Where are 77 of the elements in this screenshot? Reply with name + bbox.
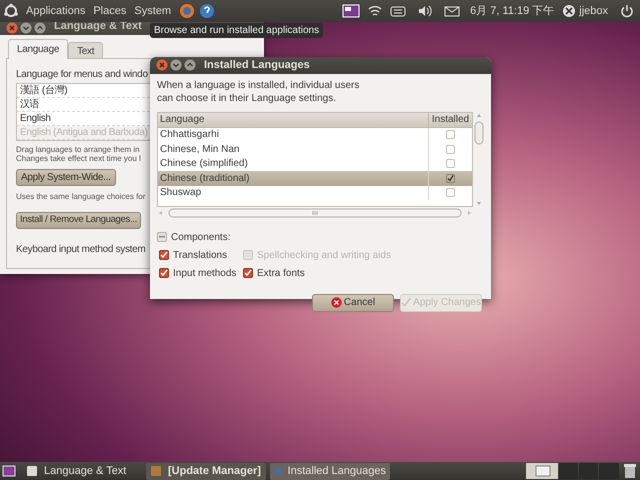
mail-icon[interactable]: [444, 5, 460, 17]
table-cell-text: Shuswap: [159, 186, 202, 200]
checkbox-label: Translations: [173, 248, 228, 262]
horizontal-scrollbar[interactable]: [157, 208, 473, 218]
apply-system-wide-button[interactable]: Apply System-Wide...: [16, 169, 116, 186]
table-cell-text: Chinese (simplified): [159, 157, 249, 171]
maximize-icon[interactable]: [184, 59, 196, 72]
hint-text: Uses the same language choices for: [16, 191, 146, 203]
maximize-icon[interactable]: [34, 22, 46, 34]
browser-icon[interactable]: [179, 3, 196, 19]
power-icon[interactable]: [620, 4, 634, 18]
components-checkbox[interactable]: [157, 232, 167, 242]
help-icon[interactable]: [199, 3, 216, 19]
panel-menu[interactable]: Applications: [22, 2, 90, 20]
check-icon: [160, 251, 168, 259]
panel-menu[interactable]: Places: [89, 2, 130, 20]
checkbox-label: Spellchecking and writing aids: [257, 248, 391, 262]
trash-icon[interactable]: [623, 463, 637, 479]
minimize-icon[interactable]: [170, 59, 182, 72]
keyboard-icon[interactable]: [390, 5, 406, 17]
user-status-icon[interactable]: [562, 4, 576, 18]
install-remove-languages-button[interactable]: Install / Remove Languages...: [16, 212, 141, 229]
ubuntu-logo-icon[interactable]: [3, 3, 19, 19]
table-cell-text: Chinese, Min Nan: [159, 142, 240, 156]
window-icon: [150, 465, 162, 477]
close-icon[interactable]: [6, 22, 18, 34]
checkbox[interactable]: [159, 268, 169, 278]
table-row[interactable]: Shuswap: [158, 186, 472, 200]
checkbox-label: Input methods: [173, 266, 236, 280]
taskbar-label: Language & Text: [44, 464, 126, 479]
check-icon: [244, 269, 252, 277]
section-label: Language for menus and windo: [16, 68, 149, 82]
tab[interactable]: Text: [68, 42, 104, 59]
hint-text: Drag languages to arrange them in Changes take effect next time you l: [16, 145, 141, 163]
check-icon: [160, 269, 168, 277]
taskbar-label: [Update Manager]: [168, 464, 261, 479]
window-icon: [26, 465, 38, 477]
vertical-scrollbar[interactable]: [474, 112, 484, 206]
volume-icon[interactable]: [418, 5, 432, 17]
checkbox-label: Extra fonts: [257, 266, 305, 280]
cancel-icon: [330, 297, 342, 308]
window-icon: [274, 465, 282, 477]
tooltip: Browse and run installed applications: [150, 23, 324, 38]
installed-checkbox[interactable]: [446, 188, 455, 198]
column-header[interactable]: Installed: [428, 112, 472, 126]
cancel-button[interactable]: Cancel: [312, 294, 394, 312]
dash-icon: [159, 236, 165, 238]
table-row[interactable]: Chinese, Min Nan: [158, 142, 472, 156]
installed-checkbox[interactable]: [446, 159, 455, 168]
installed-checkbox[interactable]: [446, 144, 455, 154]
close-icon[interactable]: [156, 59, 168, 72]
table-cell-text: Chinese (traditional): [159, 172, 250, 186]
taskbar-item[interactable]: Installed Languages: [270, 462, 390, 480]
checkbox[interactable]: [159, 250, 169, 260]
taskbar-item[interactable]: Language & Text: [22, 462, 142, 480]
wifi-icon[interactable]: [368, 5, 382, 17]
minimize-icon[interactable]: [20, 22, 32, 34]
panel-clock[interactable]: 6月 7, 11:19 下午: [470, 2, 554, 20]
panel-menu[interactable]: System: [130, 2, 176, 20]
workspace-switcher-icon[interactable]: [559, 463, 619, 479]
tab[interactable]: Language: [8, 39, 68, 59]
field-label: Keyboard input method system: [16, 243, 146, 257]
taskbar-item[interactable]: [Update Manager]: [146, 462, 266, 480]
panel-username[interactable]: jjebox: [579, 2, 608, 20]
taskbar-label: Installed Languages: [288, 464, 386, 479]
checkbox-label: Components:: [171, 230, 230, 244]
check-icon: [447, 174, 454, 182]
installed-checkbox[interactable]: [446, 174, 455, 183]
checkbox[interactable]: [243, 268, 253, 278]
dialog-title: Installed Languages: [204, 58, 310, 73]
installed-checkbox[interactable]: [446, 130, 455, 140]
table-cell-text: Chhattisgarhi: [159, 128, 220, 142]
check-icon: [401, 297, 412, 308]
workspace-switcher-icon[interactable]: [526, 463, 558, 479]
table-row[interactable]: Chinese (traditional): [158, 171, 472, 186]
show-desktop-icon[interactable]: [2, 464, 16, 478]
workspace-icon[interactable]: [342, 4, 360, 18]
